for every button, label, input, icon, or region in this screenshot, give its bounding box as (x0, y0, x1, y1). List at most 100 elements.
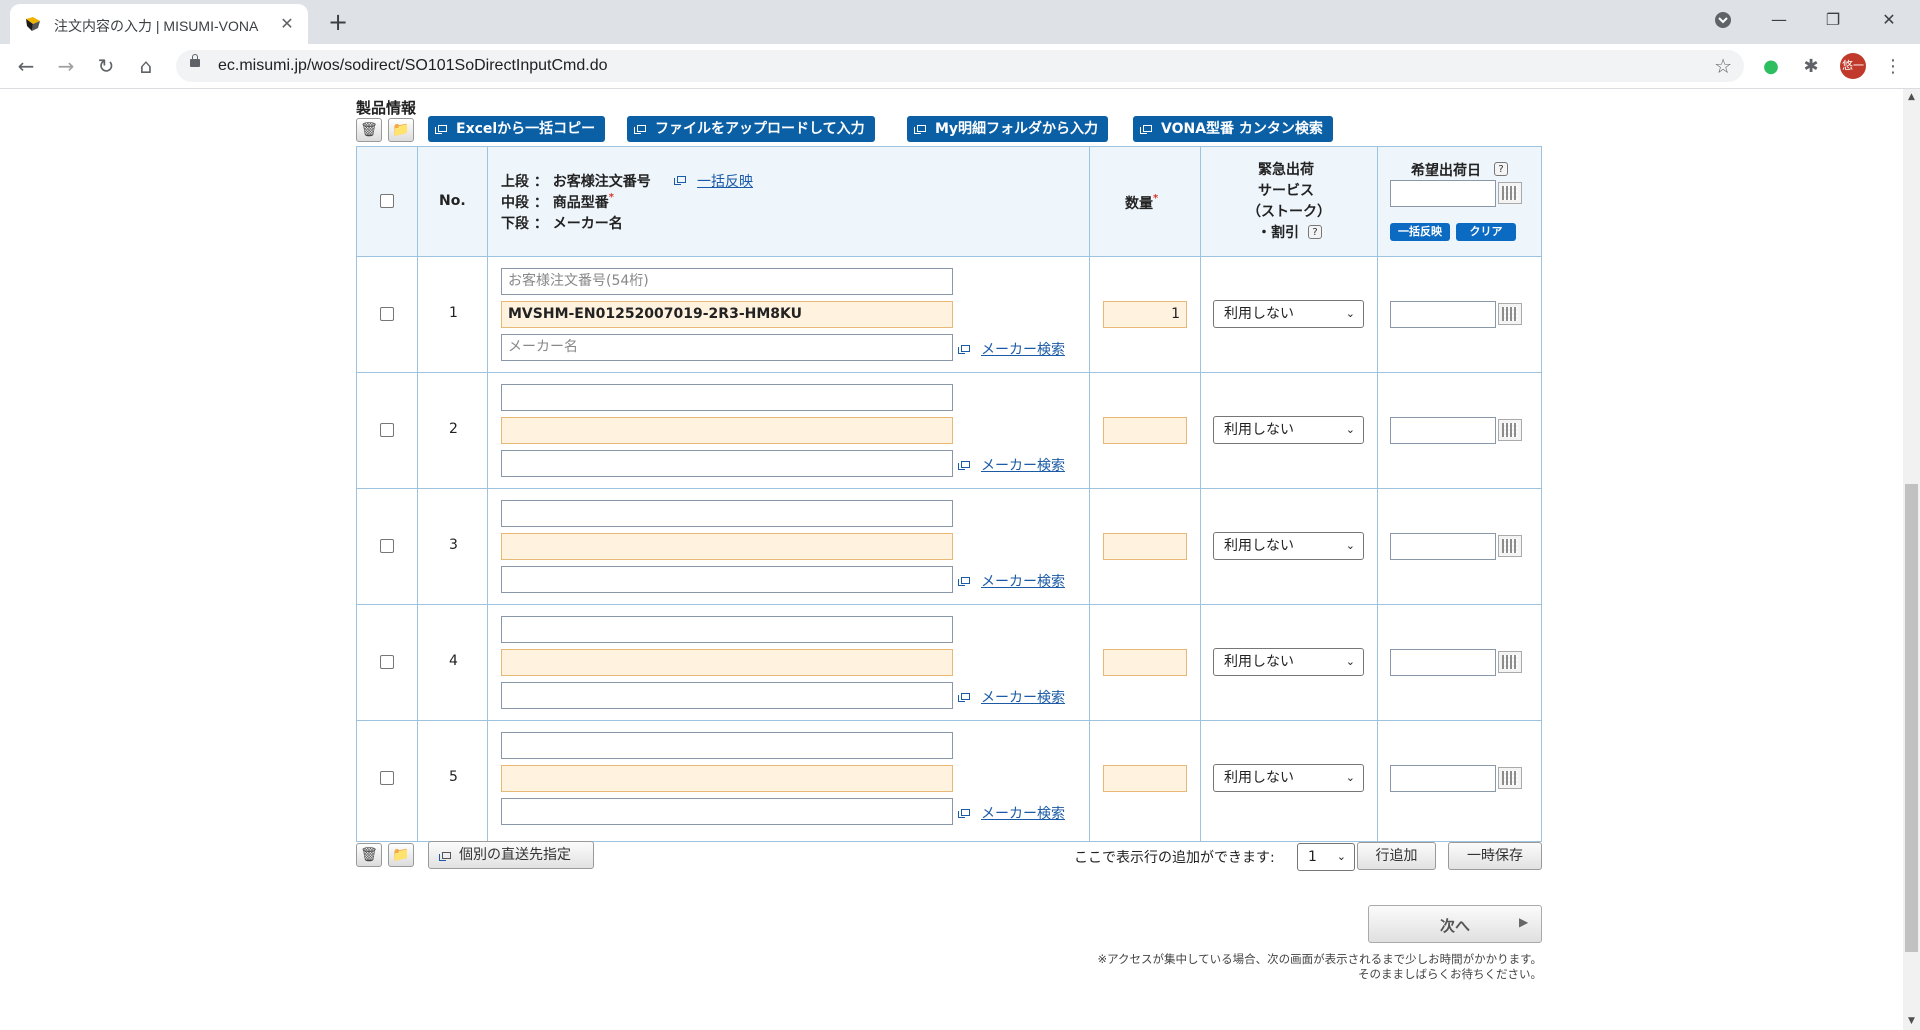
row-checkbox[interactable] (380, 423, 394, 437)
close-window-icon[interactable]: ✕ (1866, 0, 1912, 40)
extensions-puzzle-icon[interactable]: ✱ (1800, 56, 1822, 78)
calendar-icon[interactable] (1498, 182, 1522, 204)
page-scrollbar[interactable]: ▲ ▼ (1903, 89, 1920, 1030)
customer-order-no-input[interactable] (501, 500, 953, 527)
excel-copy-button[interactable]: Excelから一括コピー (428, 116, 606, 142)
ship-date-input[interactable] (1390, 649, 1496, 676)
popup-window-icon (958, 577, 970, 586)
save-to-folder-button[interactable]: 📁 (388, 843, 414, 867)
scroll-down-icon[interactable]: ▼ (1903, 1013, 1920, 1030)
reload-icon[interactable]: ↻ (90, 50, 122, 82)
ship-date-input[interactable] (1390, 765, 1496, 792)
quantity-input[interactable] (1103, 533, 1187, 560)
popup-window-icon (958, 345, 970, 354)
page-content: 製品情報 🗑 📁 Excelから一括コピー ファイルをアップロードして入力 My… (0, 89, 1903, 1030)
urgent-shipping-select[interactable]: 利用しない ⌄ (1213, 300, 1364, 328)
customer-order-no-input[interactable] (501, 616, 953, 643)
calendar-icon[interactable] (1498, 651, 1522, 673)
save-to-folder-button[interactable]: 📁 (388, 118, 414, 142)
evernote-extension-icon[interactable]: ● (1760, 56, 1782, 78)
tab-close-icon[interactable]: ✕ (276, 13, 298, 35)
profile-avatar[interactable]: 悠一 (1840, 53, 1866, 79)
customer-order-no-input[interactable]: お客様注文番号(54桁) (501, 268, 953, 295)
maker-search-link[interactable]: メーカー検索 (981, 339, 1065, 359)
maker-name-input[interactable] (501, 682, 953, 709)
row-checkbox[interactable] (380, 655, 394, 669)
customer-order-no-input[interactable] (501, 384, 953, 411)
urgent-shipping-select[interactable]: 利用しない ⌄ (1213, 648, 1364, 676)
my-folder-input-button[interactable]: My明細フォルダから入力 (907, 116, 1109, 142)
add-rows-count-select[interactable]: 1 ⌄ (1297, 843, 1355, 871)
bulk-ship-date-input[interactable] (1390, 180, 1496, 207)
temp-save-button[interactable]: 一時保存 (1448, 842, 1542, 870)
ship-date-input[interactable] (1390, 533, 1496, 560)
restore-icon[interactable]: ❐ (1810, 0, 1856, 40)
new-tab-icon[interactable]: + (324, 8, 352, 36)
quantity-input[interactable] (1103, 765, 1187, 792)
maker-name-input[interactable]: メーカー名 (501, 334, 953, 361)
play-arrow-icon: ▶ (1519, 915, 1529, 929)
ship-date-help-icon[interactable]: ? (1494, 162, 1508, 176)
quantity-input[interactable] (1103, 649, 1187, 676)
forward-icon[interactable]: → (50, 50, 82, 82)
select-all-checkbox[interactable] (380, 194, 394, 208)
clear-date-button[interactable]: クリア (1456, 223, 1516, 241)
bulk-apply-date-button[interactable]: 一括反映 (1390, 223, 1450, 241)
address-bar[interactable]: ec.misumi.jp/wos/sodirect/SO101SoDirectI… (176, 50, 1744, 82)
back-icon[interactable]: ← (10, 50, 42, 82)
part-number-input[interactable]: MVSHM-EN01252007019-2R3-HM8KU (501, 301, 953, 328)
bookmark-star-icon[interactable]: ☆ (1714, 54, 1732, 78)
row-checkbox[interactable] (380, 771, 394, 785)
maker-name-input[interactable] (501, 450, 953, 477)
ship-date-input[interactable] (1390, 301, 1496, 328)
maker-search-link[interactable]: メーカー検索 (981, 571, 1065, 591)
bulk-apply-link[interactable]: 一括反映 (697, 171, 753, 191)
calendar-icon[interactable] (1498, 419, 1522, 441)
part-number-input[interactable] (501, 765, 953, 792)
scroll-up-icon[interactable]: ▲ (1903, 89, 1920, 106)
quantity-input[interactable]: 1 (1103, 301, 1187, 328)
vona-search-button[interactable]: VONA型番 カンタン検索 (1133, 116, 1333, 142)
popup-window-icon (674, 176, 686, 185)
calendar-icon[interactable] (1498, 767, 1522, 789)
urgent-shipping-select[interactable]: 利用しない ⌄ (1213, 416, 1364, 444)
notice-line1: ※アクセスが集中している場合、次の画面が表示されるまで少しお時間がかかります。 (1097, 952, 1542, 966)
part-number-input[interactable] (501, 417, 953, 444)
header-line1-label: 上段 ： お客様注文番号 (501, 174, 651, 190)
scrollbar-thumb[interactable] (1905, 484, 1918, 952)
next-button-label: 次へ (1440, 917, 1471, 935)
home-icon[interactable]: ⌂ (130, 50, 162, 82)
browser-tab[interactable]: 注文内容の入力 | MISUMI-VONA ✕ (10, 4, 308, 44)
row-checkbox[interactable] (380, 539, 394, 553)
maker-search-link[interactable]: メーカー検索 (981, 803, 1065, 823)
chevron-down-icon: ⌄ (1345, 307, 1355, 320)
calendar-icon[interactable] (1498, 535, 1522, 557)
part-number-input[interactable] (501, 649, 953, 676)
individual-ship-address-button[interactable]: 個別の直送先指定 (428, 841, 594, 869)
urgent-help-icon[interactable]: ? (1308, 225, 1322, 239)
maker-name-input[interactable] (501, 566, 953, 593)
quantity-input[interactable] (1103, 417, 1187, 444)
browser-menu-icon[interactable]: ⋮ (1882, 56, 1904, 78)
customer-order-no-input[interactable] (501, 732, 953, 759)
maker-name-input[interactable] (501, 798, 953, 825)
maker-search-link[interactable]: メーカー検索 (981, 455, 1065, 475)
part-number-input[interactable] (501, 533, 953, 560)
individual-ship-address-label: 個別の直送先指定 (459, 847, 571, 863)
urgent-shipping-select[interactable]: 利用しない ⌄ (1213, 764, 1364, 792)
urgent-shipping-select[interactable]: 利用しない ⌄ (1213, 532, 1364, 560)
maker-search-link[interactable]: メーカー検索 (981, 687, 1065, 707)
ship-date-input[interactable] (1390, 417, 1496, 444)
calendar-icon[interactable] (1498, 303, 1522, 325)
next-button[interactable]: 次へ ▶ (1368, 905, 1542, 943)
delete-rows-button[interactable]: 🗑 (356, 118, 382, 142)
header-quantity: 数量* (1125, 193, 1159, 212)
header-line2-label: 中段 ： 商品型番* (501, 192, 614, 211)
row-checkbox[interactable] (380, 307, 394, 321)
delete-rows-button[interactable]: 🗑 (356, 843, 382, 867)
popup-window-icon (1140, 125, 1152, 134)
tab-search-icon[interactable] (1700, 0, 1746, 40)
minimize-icon[interactable]: — (1756, 0, 1802, 40)
add-row-button[interactable]: 行追加 (1357, 842, 1436, 870)
file-upload-button[interactable]: ファイルをアップロードして入力 (627, 116, 875, 142)
